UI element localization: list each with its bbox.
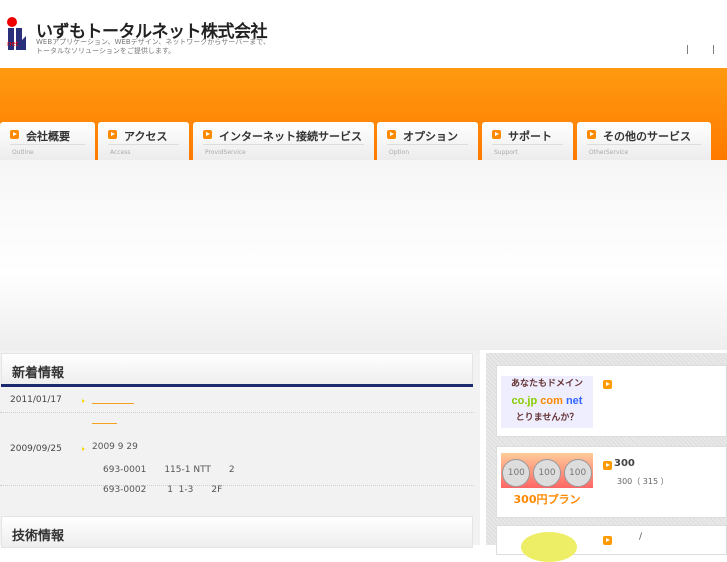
nav-tab-outline[interactable]: 会社概要 Outline	[0, 122, 95, 160]
tab-label: 会社概要	[26, 130, 70, 143]
hero-area	[0, 160, 727, 350]
nav-tab-other[interactable]: その他のサービス OtherService	[577, 122, 711, 160]
arrow-icon	[603, 536, 612, 545]
bullet-icon	[82, 399, 85, 403]
tech-title: 技術情報	[12, 529, 65, 544]
news-link[interactable]	[92, 423, 117, 424]
header-links[interactable]: | |	[686, 45, 725, 55]
news-date: 2011/01/17	[10, 395, 62, 405]
tab-sublabel: Option	[389, 149, 410, 156]
tagline: WEBアプリケーション、WEBデザイン、ネットワークからサーバーまで、 トータルな…	[36, 38, 270, 55]
nav-tab-support[interactable]: サポート Support	[482, 122, 573, 160]
plan-desc: 300（ 315 ）	[617, 477, 669, 486]
sidebar: あなたもドメイン co.jp com net とりませんか？ 100 100 1…	[486, 353, 727, 562]
tab-label: サポート	[508, 130, 552, 143]
main-content: 新着情報 2011/01/17 2009/09/25 2009 9 29 693…	[0, 350, 480, 548]
domain-card[interactable]: あなたもドメイン co.jp com net とりませんか？	[496, 365, 727, 437]
arrow-icon	[108, 130, 117, 139]
arrow-icon	[603, 380, 612, 389]
news-header: 新着情報	[1, 353, 473, 385]
arrow-icon	[10, 130, 19, 139]
third-title: /	[639, 532, 643, 542]
tech-header: 技術情報	[1, 516, 473, 548]
plan-banner[interactable]: 100 100 100 300円プラン	[501, 453, 593, 511]
bullet-icon	[82, 447, 85, 451]
arrow-icon	[603, 461, 612, 470]
news-link[interactable]	[92, 403, 134, 404]
news-date: 2009/09/25	[10, 444, 62, 454]
arrow-icon	[387, 130, 396, 139]
svg-text:net: net	[7, 40, 19, 48]
tab-label: インターネット接続サービス	[219, 130, 362, 143]
header: net いずもトータルネット株式会社 WEBアプリケーション、WEBデザイン、ネ…	[0, 0, 727, 68]
nav-tab-provider[interactable]: インターネット接続サービス ProvidService	[193, 122, 374, 160]
arrow-icon	[492, 130, 501, 139]
divider	[1, 384, 473, 387]
nav-tab-access[interactable]: アクセス Access	[98, 122, 189, 160]
third-card[interactable]: /	[496, 525, 727, 562]
plan-title[interactable]: 300	[614, 458, 635, 469]
news-text: 693-0001 115-1 NTT 2	[103, 465, 235, 475]
tab-label: アクセス	[124, 130, 168, 143]
news-text: 2009 9 29	[92, 442, 138, 452]
tab-sublabel: OtherService	[589, 149, 629, 156]
company-logo[interactable]: net	[6, 16, 28, 52]
tab-sublabel: ProvidService	[205, 149, 246, 156]
nav-tab-option[interactable]: オプション Option	[377, 122, 478, 160]
tab-label: オプション	[403, 130, 458, 143]
domain-banner[interactable]: あなたもドメイン co.jp com net とりませんか？	[501, 376, 593, 428]
tab-sublabel: Access	[110, 149, 131, 156]
tab-label: その他のサービス	[603, 130, 691, 143]
arrow-icon	[203, 130, 212, 139]
third-banner[interactable]	[521, 532, 577, 562]
tab-sublabel: Support	[494, 149, 518, 156]
plan-card[interactable]: 100 100 100 300円プラン 300 300（ 315 ）	[496, 446, 727, 518]
news-text: 693-0002 1 1-3 2F	[103, 485, 223, 495]
tab-sublabel: Outline	[12, 149, 34, 156]
arrow-icon	[587, 130, 596, 139]
news-title: 新着情報	[12, 366, 65, 381]
